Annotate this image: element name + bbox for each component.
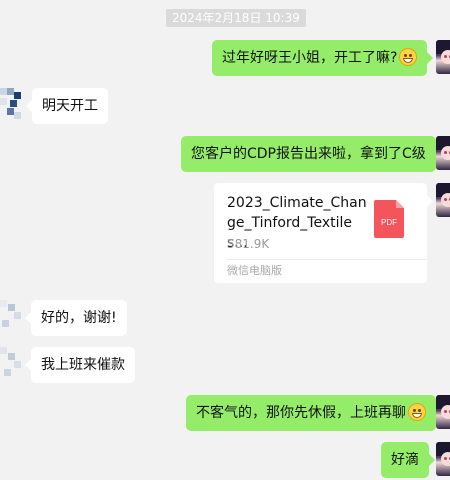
message-bubble-outgoing[interactable]: 过年好呀王小姐，开工了嘛?: [212, 40, 434, 76]
message-bubble-incoming[interactable]: 我上班来催款: [25, 347, 135, 383]
message-bubble-outgoing[interactable]: 好滴: [381, 442, 435, 478]
my-avatar[interactable]: [436, 395, 450, 429]
message-text: 明天开工: [42, 98, 98, 114]
file-size: 581.9K: [227, 237, 270, 251]
my-avatar[interactable]: [436, 40, 450, 74]
grin-emoji-icon: [399, 48, 418, 66]
message-text: 好滴: [391, 452, 419, 468]
divider: [227, 259, 427, 260]
message-bubble-outgoing[interactable]: 您客户的CDP报告出来啦，拿到了C级: [181, 136, 442, 172]
message-text: 过年好呀王小姐，开工了嘛?: [222, 50, 398, 66]
message-text: 好的，谢谢!: [41, 310, 117, 326]
message-bubble-incoming[interactable]: 好的，谢谢!: [25, 300, 127, 336]
contact-avatar[interactable]: [0, 345, 22, 379]
smile-emoji-icon: [408, 403, 426, 421]
message-text: 我上班来催款: [41, 357, 125, 373]
message-timestamp: 2024年2月18日 10:39: [166, 9, 306, 27]
pdf-file-icon: PDF: [374, 200, 404, 238]
my-avatar[interactable]: [436, 442, 450, 476]
my-avatar[interactable]: [436, 136, 450, 170]
contact-avatar[interactable]: [0, 86, 22, 120]
file-message-card[interactable]: 2023_Climate_Change_Tinford_Textiles... …: [214, 183, 433, 283]
file-source-label: 微信电脑版: [227, 264, 282, 277]
my-avatar[interactable]: [436, 183, 450, 217]
message-bubble-outgoing[interactable]: 不客气的，那你先休假，上班再聊: [186, 395, 442, 431]
message-text: 您客户的CDP报告出来啦，拿到了C级: [191, 146, 426, 162]
message-text: 不客气的，那你先休假，上班再聊: [196, 405, 406, 421]
chat-panel: 2024年2月18日 10:39 过年好呀王小姐，开工了嘛? 明天开工 您客户的…: [0, 0, 450, 480]
contact-avatar[interactable]: [0, 298, 22, 332]
pdf-type-label: PDF: [381, 218, 397, 227]
message-bubble-incoming[interactable]: 明天开工: [26, 88, 108, 124]
